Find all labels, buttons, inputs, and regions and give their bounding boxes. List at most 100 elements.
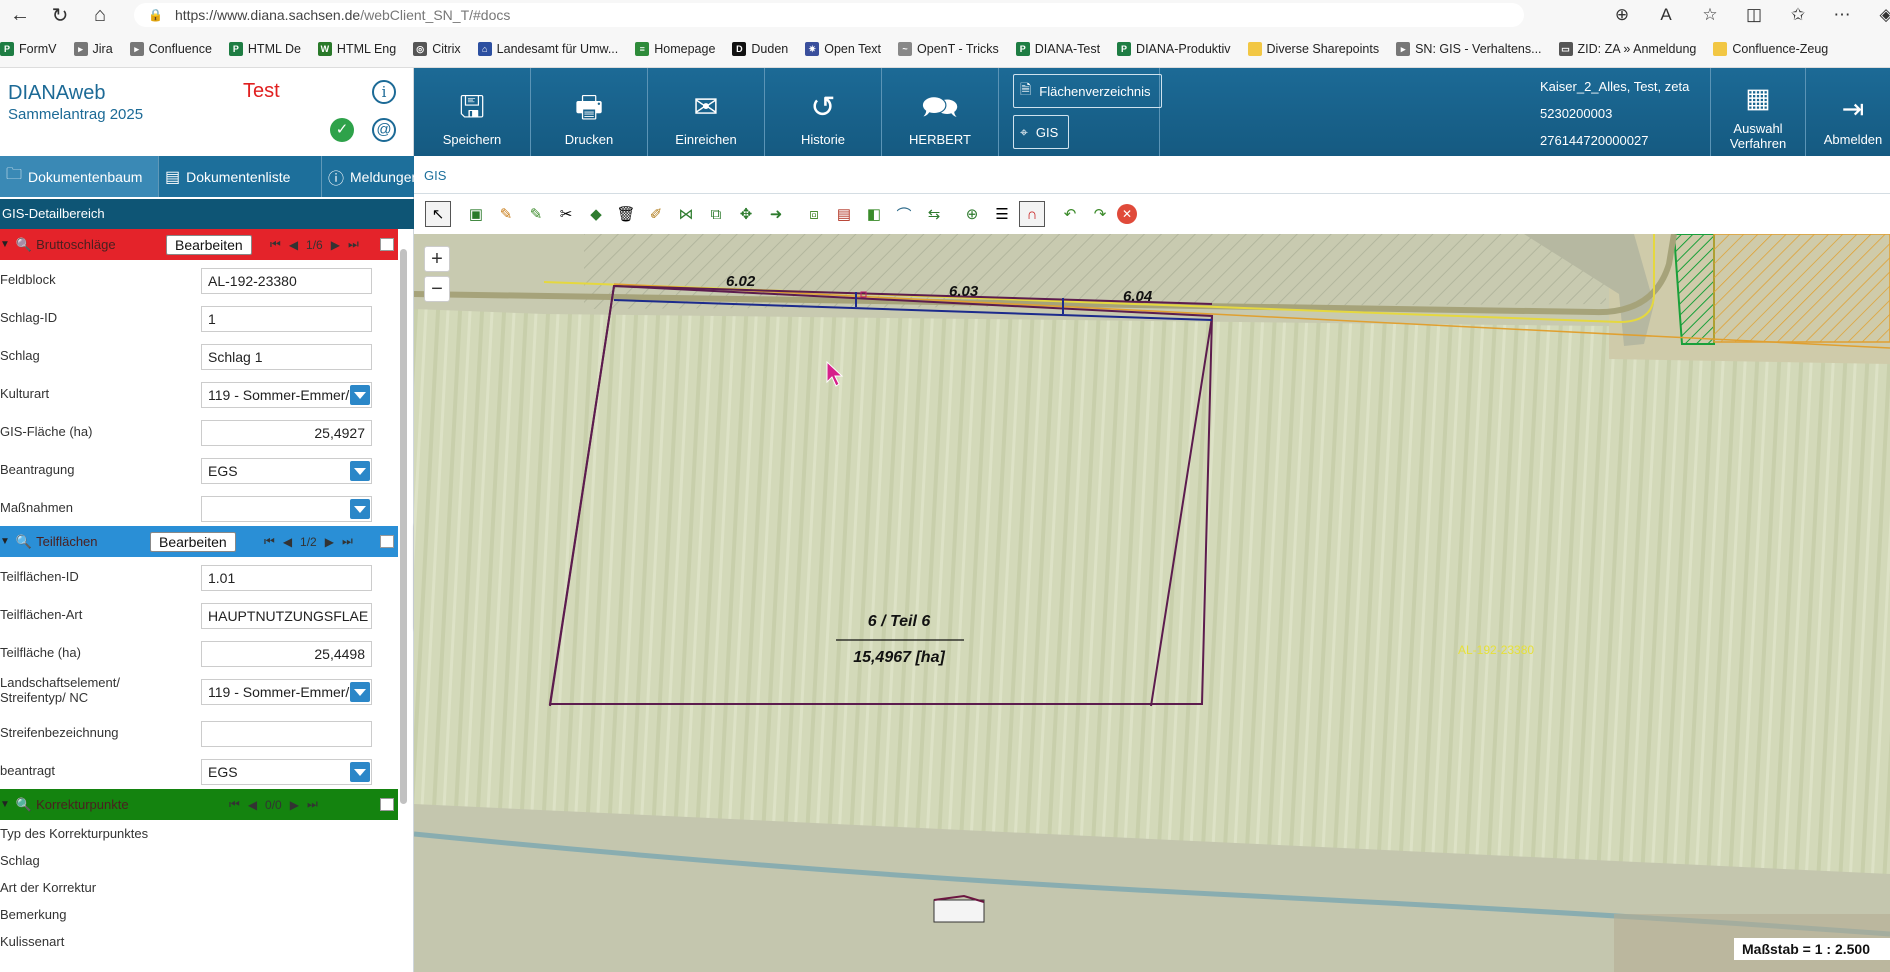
merge-icon[interactable]: ⧉ [703,201,729,227]
dropdown-arrow-icon[interactable] [350,762,370,782]
collapse-triangle-icon[interactable]: ▼ [0,239,10,250]
collapse-triangle-icon[interactable]: ▼ [0,536,10,547]
polygon-icon[interactable]: ◆ [583,201,609,227]
layer-icon[interactable]: ⧈ [801,201,827,227]
gis-map[interactable]: 6.02 6.03 6.04 6 / Teil 6 15,4967 [ha] A… [414,234,1890,972]
submit-button[interactable]: ✉ Einreichen [648,68,765,156]
field-input[interactable]: AL-192-23380 [201,268,372,294]
field-input[interactable]: HAUPTNUTZUNGSFLAE [201,603,372,629]
redo-icon[interactable]: ↷ [1087,201,1113,227]
last-record-icon[interactable]: ⏭ [307,797,318,812]
favorite-star-icon[interactable]: ☆ [1688,5,1732,25]
copilot-icon[interactable]: ◈ [1864,5,1890,25]
magnifier-icon[interactable]: 🔍 [16,797,32,813]
select-pointer-icon[interactable]: ↖ [425,201,451,227]
field-select[interactable]: EGS [201,458,372,484]
zoom-out-button[interactable]: − [424,276,450,302]
field-input[interactable] [201,721,372,747]
buffer-icon[interactable]: ⌒ [891,201,917,227]
read-aloud-icon[interactable]: A [1644,5,1688,25]
last-record-icon[interactable]: ⏭ [348,237,359,252]
breadcrumb[interactable]: GIS [414,156,1890,194]
prev-record-icon[interactable]: ◀ [248,798,257,812]
check-icon[interactable]: ✓ [330,118,354,142]
history-button[interactable]: ↺ Historie [765,68,882,156]
scrollbar-thumb[interactable] [400,249,407,804]
layer-edit-icon[interactable]: ▣ [463,201,489,227]
tab-meldungen[interactable]: ⓘ Meldungen [322,156,419,197]
cut-icon[interactable]: ✂ [553,201,579,227]
table-view-icon[interactable] [380,238,394,251]
layer-split-icon[interactable]: ▤ [831,201,857,227]
draw-pencil-icon[interactable]: ✎ [493,201,519,227]
layer-arrow-icon[interactable]: ⇆ [921,201,947,227]
dropdown-arrow-icon[interactable] [350,682,370,702]
favorite-item[interactable]: P HTML De [228,41,301,56]
reload-icon[interactable]: ↻ [40,0,80,30]
favorite-item[interactable]: D Duden [732,41,788,56]
section-header-korrekturpunkte[interactable]: ▼ 🔍 Korrekturpunkte ⏮ ◀ 0/0 ▶ ⏭ [0,789,398,820]
favorite-item[interactable]: ◎ Citrix [413,41,461,56]
favorite-item[interactable]: ▸ Jira [73,41,113,56]
section-header-bruttoschlaege[interactable]: ▼ 🔍 Bruttoschläge Bearbeiten ⏮ ◀ 1/6 ▶ ⏭ [0,229,398,260]
add-point-icon[interactable]: ⊕ [959,201,985,227]
first-record-icon[interactable]: ⏮ [264,534,275,549]
field-select[interactable] [201,496,372,522]
field-input[interactable]: Schlag 1 [201,344,372,370]
more-icon[interactable]: ⋯ [1820,5,1864,25]
logout-button[interactable]: ⇥ Abmelden [1805,68,1890,156]
herbert-button[interactable]: 🗪 HERBERT [882,68,999,156]
dropdown-arrow-icon[interactable] [350,461,370,481]
prev-record-icon[interactable]: ◀ [283,535,292,549]
split-icon[interactable]: ⋈ [673,201,699,227]
auswahl-verfahren-button[interactable]: ▦ Auswahl Verfahren [1710,68,1805,156]
gis-button[interactable]: ⌖ GIS [1013,115,1070,149]
layer-stack-icon[interactable]: ◧ [861,201,887,227]
next-record-icon[interactable]: ▶ [290,798,299,812]
vertical-scrollbar[interactable] [397,229,409,972]
field-select[interactable]: EGS [201,759,372,785]
favorite-item[interactable]: ~ OpenT - Tricks [898,41,999,56]
vertex-edit-icon[interactable]: ✐ [643,201,669,227]
address-bar[interactable]: 🔒 https://www.diana.sachsen.de/webClient… [134,3,1524,27]
magnet-snap-icon[interactable]: ∩ [1019,201,1045,227]
home-icon[interactable]: ⌂ [80,0,120,30]
favorite-item[interactable]: W HTML Eng [317,41,396,56]
favorite-item[interactable]: ✷ Open Text [805,41,881,56]
undo-icon[interactable]: ↶ [1057,201,1083,227]
section-header-teilflaechen[interactable]: ▼ 🔍 Teilflächen Bearbeiten ⏮ ◀ 1/2 ▶ ⏭ [0,526,398,557]
favorite-item[interactable]: ▸ Confluence [129,41,212,56]
field-input[interactable]: 25,4927 [201,420,372,446]
field-select[interactable]: 119 - Sommer-Emmer/- [201,382,372,408]
flaechenverzeichnis-button[interactable]: 🗎 Flächenverzeichnis [1013,74,1162,108]
collapse-triangle-icon[interactable]: ▼ [0,799,10,810]
first-record-icon[interactable]: ⏮ [270,237,281,252]
attribute-table-icon[interactable]: ☰ [989,201,1015,227]
delete-icon[interactable]: 🗑 [613,201,639,227]
back-icon[interactable]: ← [0,0,40,30]
next-record-icon[interactable]: ▶ [331,238,340,252]
split-screen-icon[interactable]: ◫ [1732,5,1776,25]
zoom-in-button[interactable]: + [424,246,450,272]
field-input[interactable]: 1 [201,306,372,332]
favorite-item[interactable]: ▸ SN: GIS - Verhaltens... [1396,41,1542,56]
dropdown-arrow-icon[interactable] [350,499,370,519]
info-icon[interactable]: i [372,80,396,104]
map-canvas[interactable]: 6.02 6.03 6.04 6 / Teil 6 15,4967 [ha] A… [414,234,1890,972]
table-view-icon[interactable] [380,535,394,548]
first-record-icon[interactable]: ⏮ [229,797,240,812]
favorite-item[interactable]: P FormV [0,41,57,56]
dropdown-arrow-icon[interactable] [350,385,370,405]
favorite-item[interactable]: P DIANA-Produktiv [1117,41,1231,56]
arrow-transfer-icon[interactable]: ➜ [763,201,789,227]
favorite-item[interactable]: Diverse Sharepoints [1247,41,1379,56]
favorite-item[interactable]: Confluence-Zeug [1713,41,1828,56]
favorite-item[interactable]: ▭ ZID: ZA » Anmeldung [1558,41,1696,56]
field-input[interactable]: 1.01 [201,565,372,591]
favorite-item[interactable]: ≡ Homepage [635,41,715,56]
last-record-icon[interactable]: ⏭ [342,534,353,549]
print-button[interactable]: 🖶 Drucken [531,68,648,156]
magnifier-icon[interactable]: 🔍 [16,237,32,253]
edit-button[interactable]: Bearbeiten [166,234,252,255]
tab-dokumentenbaum[interactable]: 🗀 Dokumentenbaum [0,156,159,197]
